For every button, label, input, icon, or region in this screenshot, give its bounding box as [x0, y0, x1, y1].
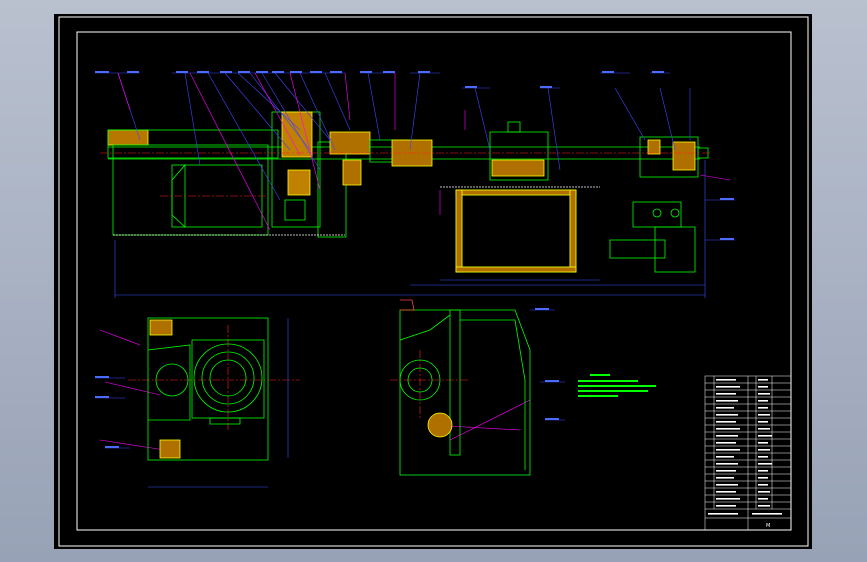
title-block [704, 375, 792, 531]
cad-drawing: M [58, 16, 809, 547]
main-elevation-view [107, 111, 709, 273]
technical-notes [578, 374, 656, 397]
section-view-center [399, 299, 531, 476]
dimension-lines [114, 160, 706, 488]
title-block-mark: M [766, 523, 770, 529]
inner-border [76, 31, 792, 531]
side-view-left [147, 317, 269, 461]
outer-border [58, 16, 809, 547]
bom-text-rows [708, 379, 782, 515]
